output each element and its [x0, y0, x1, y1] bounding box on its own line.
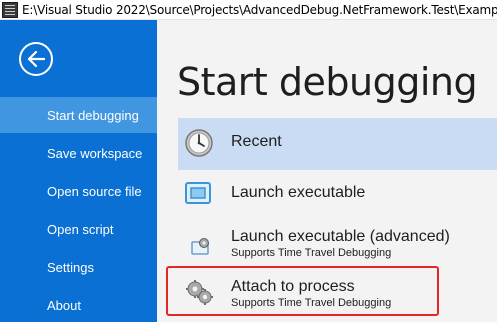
back-button[interactable]: [19, 42, 53, 76]
option-launch-executable-advanced[interactable]: Launch executable (advanced) Supports Ti…: [178, 218, 497, 264]
sidebar-item-label: Open script: [47, 221, 114, 237]
sidebar-item-open-script[interactable]: Open script: [0, 211, 157, 247]
sidebar-item-start-debugging[interactable]: Start debugging: [0, 97, 157, 133]
sidebar-item-about[interactable]: About: [0, 287, 157, 322]
option-label: Launch executable: [231, 184, 366, 201]
option-attach-to-process[interactable]: Attach to process Supports Time Travel D…: [178, 268, 497, 316]
sidebar-item-open-source-file[interactable]: Open source file: [0, 173, 157, 209]
sidebar-item-label: About: [47, 297, 81, 313]
option-sublabel: Supports Time Travel Debugging: [231, 247, 392, 259]
sidebar-item-label: Save workspace: [47, 145, 143, 161]
window-icon: [185, 182, 211, 204]
option-label: Attach to process: [231, 278, 355, 295]
sidebar-item-save-workspace[interactable]: Save workspace: [0, 135, 157, 171]
sidebar: Start debugging Save workspace Open sour…: [0, 20, 157, 322]
main-panel: Start debugging Recent Launch executable…: [157, 20, 497, 322]
option-label: Launch executable (advanced): [231, 228, 450, 245]
clock-icon: [185, 129, 213, 157]
gear-window-icon: [191, 238, 209, 255]
sidebar-item-settings[interactable]: Settings: [0, 249, 157, 285]
title-bar: E:\Visual Studio 2022\Source\Projects\Ad…: [0, 0, 497, 20]
sidebar-item-label: Open source file: [47, 183, 142, 199]
option-label: Recent: [231, 133, 282, 150]
gears-icon: [186, 280, 213, 305]
option-sublabel: Supports Time Travel Debugging: [231, 297, 392, 309]
option-launch-executable[interactable]: Launch executable: [178, 170, 497, 216]
arrow-left-icon: [27, 51, 45, 67]
sidebar-item-label: Settings: [47, 259, 94, 275]
window-title: E:\Visual Studio 2022\Source\Projects\Ad…: [22, 2, 497, 17]
option-recent[interactable]: Recent: [178, 118, 497, 170]
sidebar-item-label: Start debugging: [47, 107, 139, 123]
app-icon: [2, 1, 18, 18]
page-title: Start debugging: [177, 60, 478, 104]
